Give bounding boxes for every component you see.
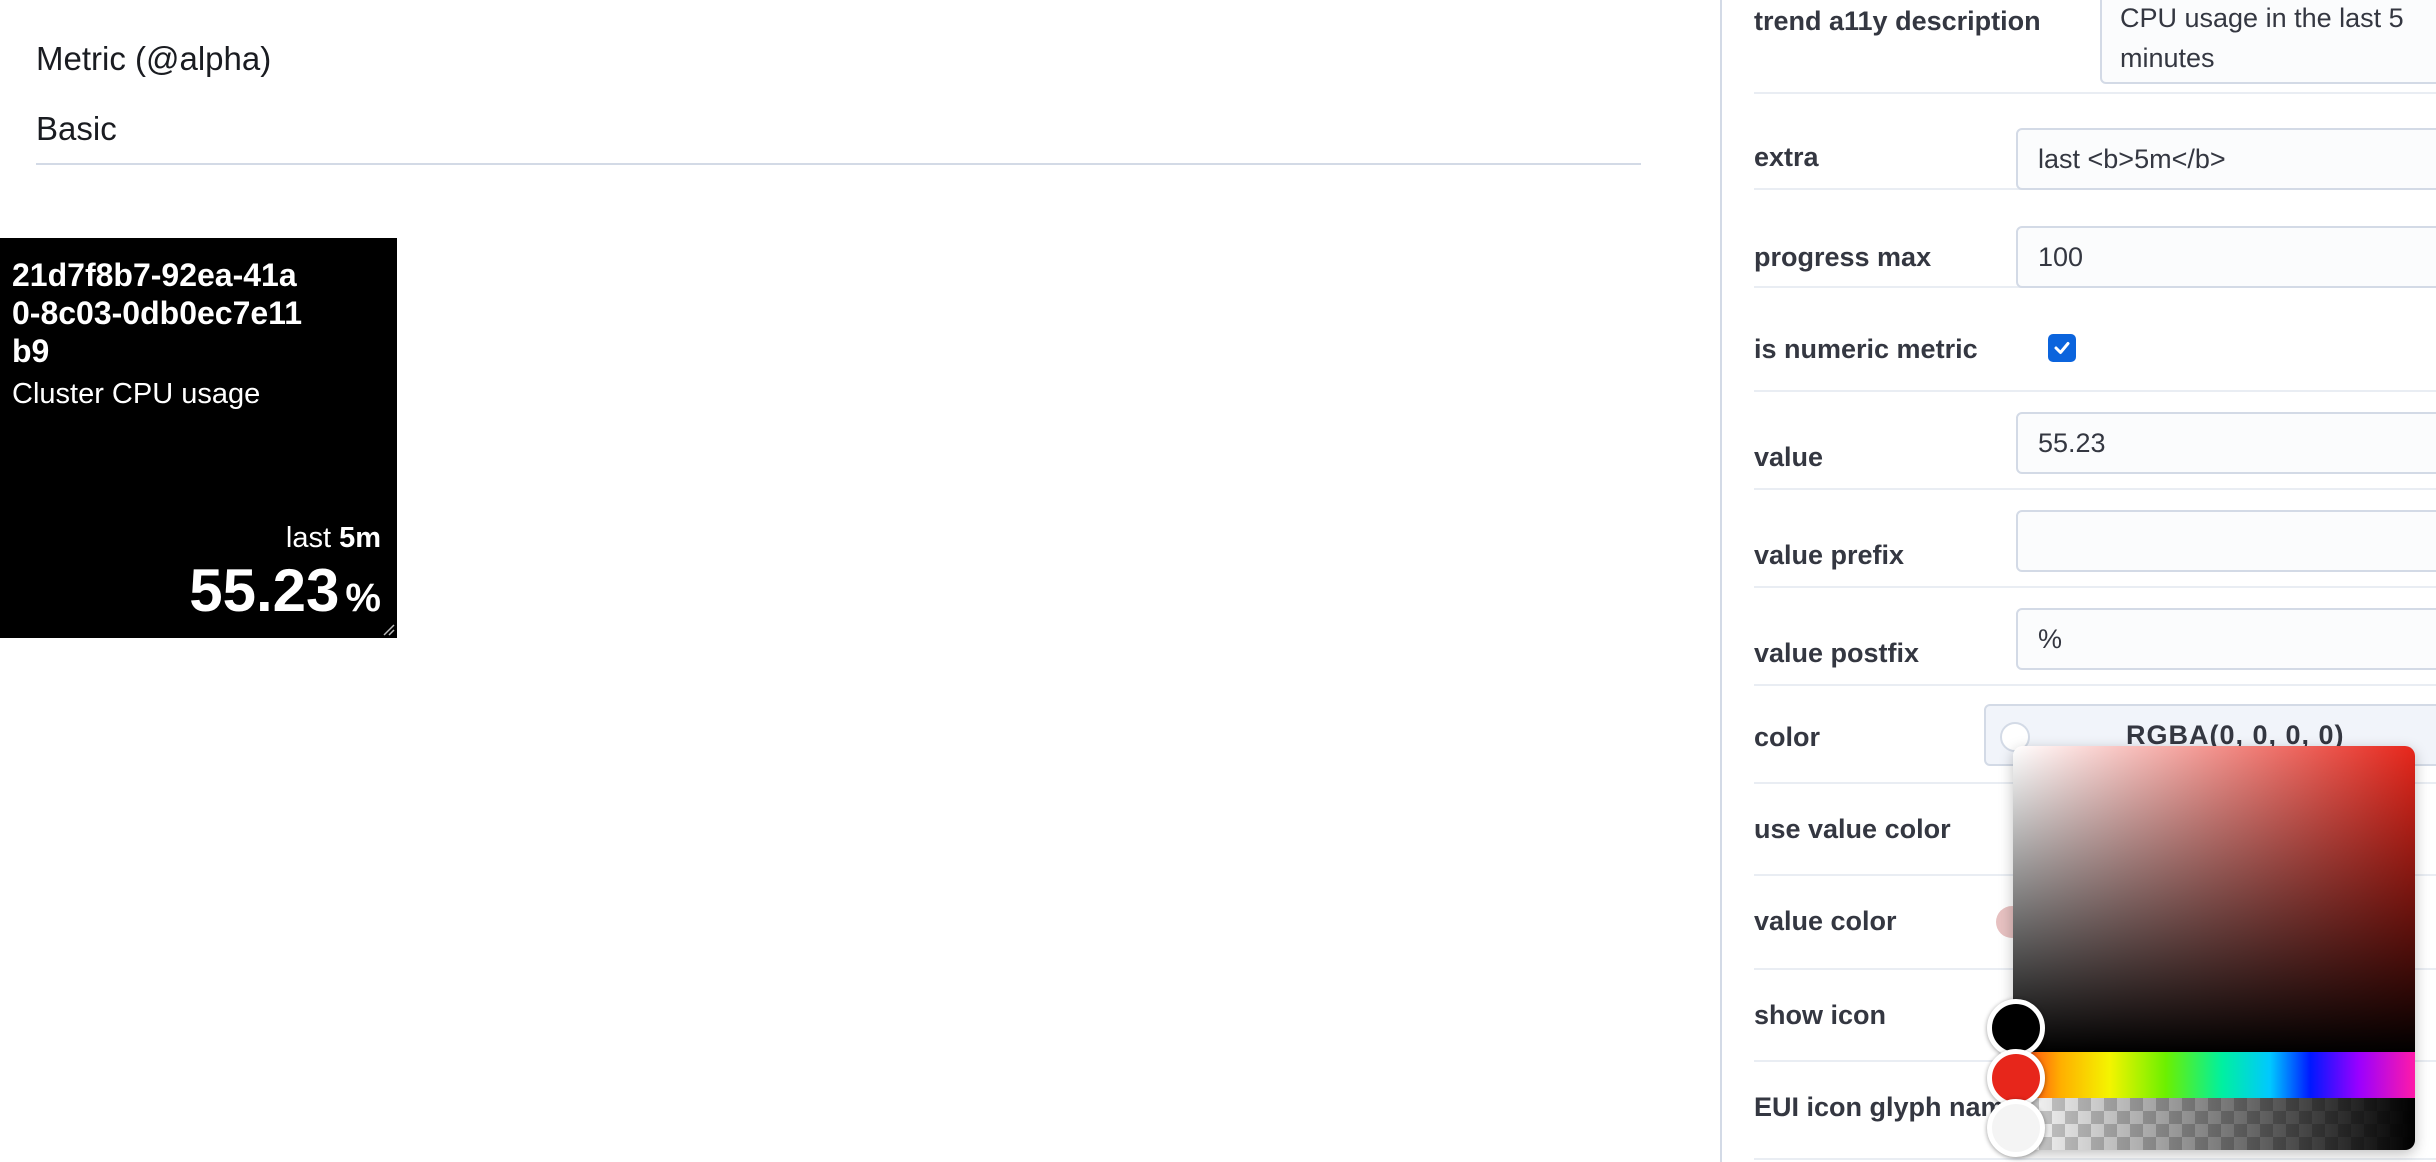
alpha-slider[interactable] — [2013, 1098, 2415, 1150]
value-prefix-input[interactable] — [2016, 510, 2436, 572]
prop-label-progress-max: progress max — [1754, 242, 1932, 272]
prop-label-use-value-color: use value color — [1754, 814, 1951, 844]
prop-row-value: value 55.23 — [1754, 392, 2436, 490]
value-postfix-input[interactable]: % — [2016, 608, 2436, 670]
metric-subtitle: Cluster CPU usage — [12, 378, 261, 410]
checkmark-icon — [2054, 342, 2070, 354]
prop-label-show-icon: show icon — [1754, 1000, 1887, 1030]
prop-row-extra: extra last <b>5m</b> — [1754, 94, 2436, 190]
prop-label-icon-glyph: EUI icon glyph nam — [1754, 1092, 2005, 1122]
preview-panel: Metric (@alpha) Basic 21d7f8b7-92ea-41a0… — [0, 0, 1720, 1162]
prop-row-value-prefix: value prefix — [1754, 490, 2436, 588]
prop-label-value-prefix: value prefix — [1754, 540, 1905, 570]
metric-extra-prefix: last — [285, 522, 340, 554]
metric-value: 55.23% — [189, 556, 381, 625]
prop-label-value: value — [1754, 442, 1824, 472]
value-input[interactable]: 55.23 — [2016, 412, 2436, 474]
section-divider — [36, 163, 1641, 165]
prop-label-value-color: value color — [1754, 906, 1897, 936]
saturation-area[interactable] — [2013, 746, 2415, 1052]
metric-title: 21d7f8b7-92ea-41a0-8c03-0db0ec7e11b9 — [12, 257, 302, 369]
resize-handle-icon[interactable] — [381, 622, 395, 636]
prop-label-extra: extra — [1754, 142, 1819, 172]
metric-value-number: 55.23 — [189, 557, 340, 624]
prop-label-value-postfix: value postfix — [1754, 638, 1920, 668]
is-numeric-checkbox[interactable] — [2048, 334, 2076, 362]
prop-row-progress-max: progress max 100 — [1754, 190, 2436, 288]
extra-input[interactable]: last <b>5m</b> — [2016, 128, 2436, 190]
alpha-handle[interactable] — [1987, 1099, 2045, 1157]
metric-card[interactable]: 21d7f8b7-92ea-41a0-8c03-0db0ec7e11b9 Clu… — [0, 238, 397, 638]
prop-row-value-postfix: value postfix % — [1754, 588, 2436, 686]
section-title: Basic — [36, 110, 117, 147]
progress-max-input[interactable]: 100 — [2016, 226, 2436, 288]
prop-label-color: color — [1754, 722, 1821, 752]
trend-a11y-textarea[interactable]: CPU usage in the last 5 minutes — [2100, 0, 2436, 84]
hue-slider[interactable] — [2013, 1052, 2415, 1098]
metric-extra: last 5m — [286, 522, 381, 555]
page-title: Metric (@alpha) — [36, 40, 272, 77]
metric-value-postfix: % — [345, 576, 381, 620]
prop-label-is-numeric: is numeric metric — [1754, 334, 1978, 364]
color-picker-popover — [2013, 746, 2415, 1150]
prop-row-trend-a11y: trend a11y description CPU usage in the … — [1754, 0, 2436, 94]
prop-label-trend-a11y: trend a11y description — [1754, 6, 2041, 36]
prop-row-is-numeric: is numeric metric — [1754, 288, 2436, 392]
metric-extra-bold: 5m — [339, 522, 381, 554]
